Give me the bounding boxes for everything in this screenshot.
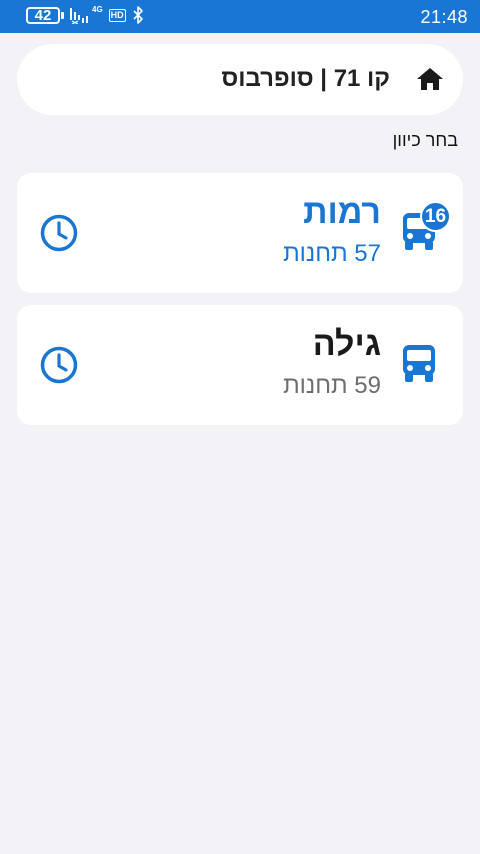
network-label: 4G <box>92 4 103 14</box>
line-header: קו 71 | סופרבוס <box>17 44 463 115</box>
stops-count: 57 תחנות <box>283 240 381 267</box>
status-bar: 42 4G HD 21:48 <box>0 0 480 33</box>
bluetooth-icon <box>133 6 143 24</box>
signal-icon <box>70 8 88 24</box>
home-button[interactable] <box>415 64 445 94</box>
hd-badge: HD <box>108 8 126 22</box>
battery-level: 42 <box>26 6 60 24</box>
battery-icon: 42 <box>26 6 64 24</box>
buses-count-badge: 16 <box>420 201 451 232</box>
direction-card-gilo[interactable]: גילה 59 תחנות <box>17 305 463 425</box>
bus-icon <box>403 345 435 382</box>
direction-card-ramot[interactable]: 16 רמות 57 תחנות <box>17 173 463 293</box>
direction-name: רמות <box>303 193 381 231</box>
direction-name: גילה <box>312 325 381 363</box>
stops-count: 59 תחנות <box>283 372 381 399</box>
home-icon <box>417 68 443 90</box>
clock-icon[interactable] <box>39 213 79 253</box>
page-title: קו 71 | סופרבוס <box>221 65 390 92</box>
status-time: 21:48 <box>420 7 468 27</box>
clock-icon[interactable] <box>39 345 79 385</box>
choose-direction-label: בחר כיוון <box>392 130 458 150</box>
status-icons: 42 4G HD <box>26 4 144 24</box>
